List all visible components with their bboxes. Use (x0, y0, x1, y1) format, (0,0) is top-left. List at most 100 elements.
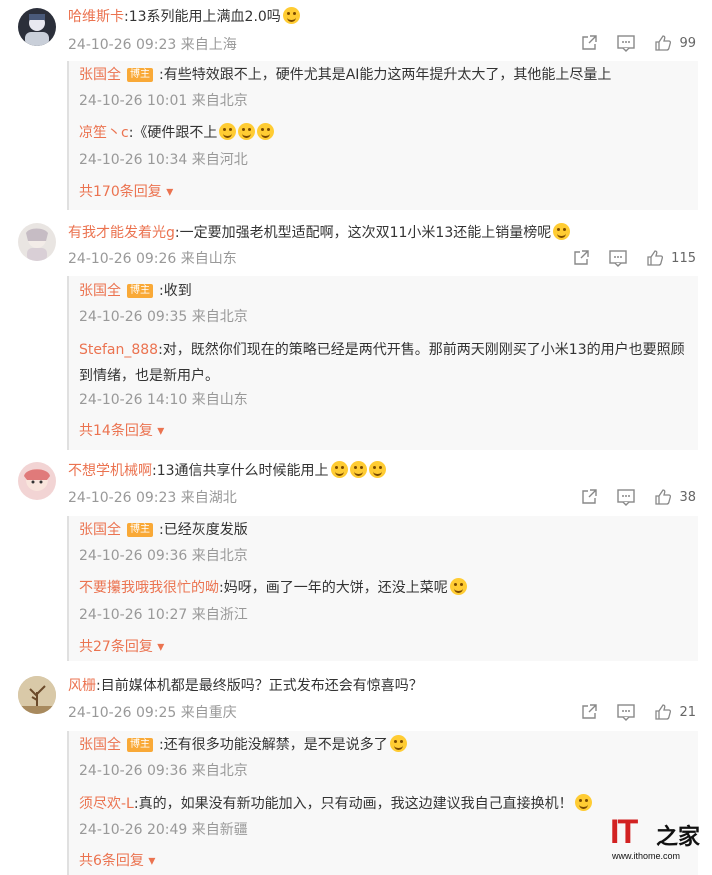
like-count: 115 (671, 250, 696, 266)
timestamp: 24-10-26 10:01 (79, 93, 188, 109)
reply-meta: 24-10-26 09:36 来自北京 (79, 546, 248, 566)
author-badge: 博主 (127, 284, 153, 298)
reply-text: :有些特效跟不上，硬件尤其是AI能力这两年提升太大了，其他能上尽量上 (159, 67, 612, 83)
comment-body: :13系列能用上满血2.0吗 (124, 9, 281, 25)
laughing-emoji-icon (449, 578, 467, 595)
more-replies-label: 共6条回复 (79, 853, 144, 869)
comment-text: 有我才能发着光g:一定要加强老机型适配啊，这次双11小米13还能上销量榜呢 (68, 223, 571, 243)
author-badge: 博主 (127, 68, 153, 82)
reply-item: 须尽欢-L:真的，如果没有新功能加入，只有动画，我这边建议我自己直接换机！ (79, 794, 592, 814)
reply-username[interactable]: 须尽欢-L (79, 796, 134, 812)
author-badge: 博主 (127, 738, 153, 752)
reply-item: 张国全 博主 :有些特效跟不上，硬件尤其是AI能力这两年提升太大了，其他能上尽量上 (79, 65, 611, 85)
more-replies-label: 共170条回复 (79, 184, 162, 200)
share-icon[interactable] (580, 488, 598, 506)
more-replies-label: 共27条回复 (79, 639, 153, 655)
comment-icon[interactable] (616, 488, 636, 506)
reply-username[interactable]: 张国全 (79, 67, 121, 83)
location: 来自山东 (191, 392, 248, 408)
comment-icon[interactable] (616, 34, 636, 52)
reply-username[interactable]: 张国全 (79, 737, 121, 753)
author-badge: 博主 (127, 523, 153, 537)
reply-username[interactable]: 凉笙丶c (79, 125, 129, 141)
crying-emoji-icon (368, 461, 386, 478)
timestamp: 24-10-26 09:25 (68, 705, 177, 721)
reply-list: 张国全 博主:有些特效跟不上，硬件尤其是AI能力这两年提升太大了，其他能上尽量上 … (67, 61, 698, 210)
location: 来自湖北 (180, 490, 237, 506)
share-icon[interactable] (580, 703, 598, 721)
comment-text: 不想学机械啊:13通信共享什么时候能用上 (68, 461, 386, 481)
caret-down-icon: ▾ (157, 423, 165, 439)
location: 来自北京 (191, 93, 248, 109)
avatar[interactable] (18, 676, 56, 714)
username[interactable]: 有我才能发着光g (68, 225, 175, 241)
like-button[interactable]: 99 (654, 34, 696, 52)
timestamp: 24-10-26 20:49 (79, 822, 188, 838)
watermark-url: www.ithome.com (612, 851, 681, 861)
comment-meta: 24-10-26 09:25 来自重庆 (68, 703, 237, 723)
comment-text: 哈维斯卡:13系列能用上满血2.0吗 (68, 7, 300, 27)
timestamp: 24-10-26 09:26 (68, 251, 177, 267)
username[interactable]: 风栅 (68, 678, 96, 694)
more-replies-label: 共14条回复 (79, 423, 153, 439)
reply-item: 凉笙丶c:《硬件跟不上 (79, 123, 275, 143)
reply-text: :还有很多功能没解禁，是不是说多了 (159, 737, 388, 753)
reply-meta: 24-10-26 10:27 来自浙江 (79, 605, 248, 625)
emoji-icon (282, 7, 300, 24)
grin-emoji-icon (219, 123, 237, 140)
grin-emoji-icon (238, 123, 256, 140)
timestamp: 24-10-26 09:36 (79, 763, 188, 779)
share-icon[interactable] (572, 249, 590, 267)
timestamp: 24-10-26 09:23 (68, 37, 177, 53)
crying-emoji-icon (349, 461, 367, 478)
timestamp: 24-10-26 09:36 (79, 548, 188, 564)
watermark-brand: IT (610, 813, 638, 851)
reply-meta: 24-10-26 14:10 来自山东 (79, 390, 248, 410)
comment-icon[interactable] (616, 703, 636, 721)
reply-item: 张国全 博主:收到 (79, 281, 192, 301)
comment-actions: 115 (554, 249, 696, 267)
share-icon[interactable] (580, 34, 598, 52)
comment-meta: 24-10-26 09:26 来自山东 (68, 249, 237, 269)
comment-meta: 24-10-26 09:23 来自上海 (68, 35, 237, 55)
more-replies-link[interactable]: 共170条回复 ▾ (79, 182, 173, 202)
reply-list: 张国全 博主 :还有很多功能没解禁，是不是说多了 24-10-26 09:36 来自… (67, 731, 698, 875)
avatar[interactable] (18, 8, 56, 46)
avatar[interactable] (18, 223, 56, 261)
username[interactable]: 哈维斯卡 (68, 9, 124, 25)
location: 来自新疆 (191, 822, 248, 838)
reply-meta: 24-10-26 09:36 来自北京 (79, 761, 248, 781)
reply-text: :真的，如果没有新功能加入，只有动画，我这边建议我自己直接换机！ (133, 796, 573, 812)
reply-username[interactable]: 不要攥我哦我很忙的呦 (79, 580, 219, 596)
caret-down-icon: ▾ (166, 184, 174, 200)
reply-text: :《硬件跟不上 (128, 125, 218, 141)
timestamp: 24-10-26 14:10 (79, 392, 188, 408)
comment-icon[interactable] (608, 249, 628, 267)
like-button[interactable]: 115 (646, 249, 696, 267)
more-replies-link[interactable]: 共14条回复 ▾ (79, 421, 164, 441)
username[interactable]: 不想学机械啊 (68, 463, 152, 479)
reply-item: 张国全 博主 :已经灰度发版 (79, 520, 248, 540)
like-button[interactable]: 38 (654, 488, 696, 506)
reply-username[interactable]: 张国全 (79, 522, 121, 538)
like-button[interactable]: 21 (654, 703, 696, 721)
comment-body: :一定要加强老机型适配啊，这次双11小米13还能上销量榜呢 (174, 225, 552, 241)
reply-text: :已经灰度发版 (159, 522, 248, 538)
reply-username[interactable]: Stefan_888 (79, 342, 158, 358)
reply-username[interactable]: 张国全 (79, 283, 121, 299)
location: 来自浙江 (191, 607, 248, 623)
more-replies-link[interactable]: 共27条回复 ▾ (79, 637, 164, 657)
reply-text: :妈呀，画了一年的大饼，还没上菜呢 (219, 580, 448, 596)
reply-meta: 24-10-26 09:35 来自北京 (79, 307, 248, 327)
like-count: 99 (679, 35, 696, 51)
more-replies-link[interactable]: 共6条回复 ▾ (79, 851, 155, 871)
like-icon (655, 489, 672, 505)
avatar[interactable] (18, 462, 56, 500)
reply-list: 张国全 博主 :已经灰度发版 24-10-26 09:36 来自北京 不要攥我哦我很… (67, 516, 698, 661)
like-icon (655, 35, 672, 51)
comment-actions: 38 (562, 488, 696, 506)
like-count: 21 (679, 704, 696, 720)
timestamp: 24-10-26 10:27 (79, 607, 188, 623)
like-icon (647, 250, 664, 266)
ithome-watermark-logo: IT 之家 www.ithome.com (610, 813, 702, 863)
